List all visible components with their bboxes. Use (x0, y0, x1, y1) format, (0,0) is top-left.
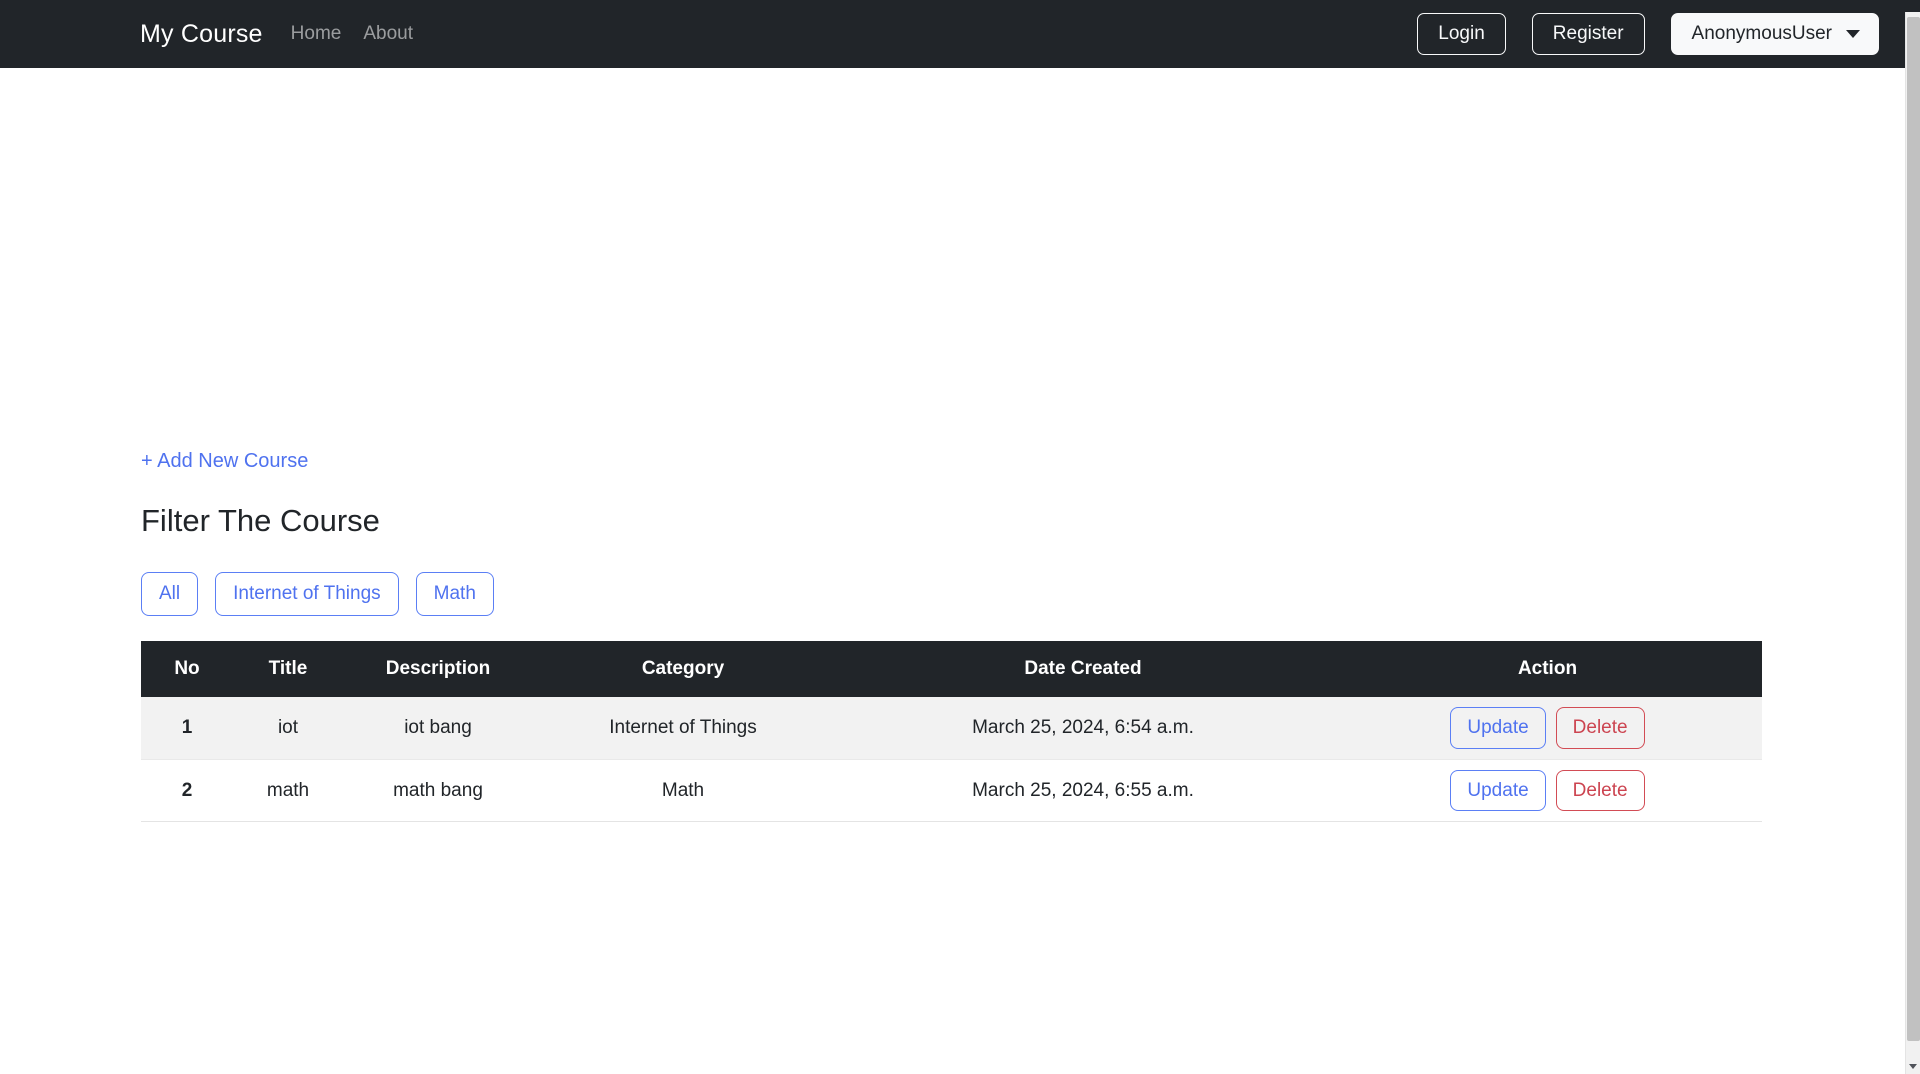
column-header-description: Description (343, 640, 533, 697)
table-row: 2 math math bang Math March 25, 2024, 6:… (141, 759, 1762, 823)
cell-title: iot (233, 696, 343, 760)
course-table-body: 1 iot iot bang Internet of Things March … (141, 696, 1762, 823)
page-scroll-area: My Course Home About Login Register Anon… (0, 0, 1905, 1074)
cell-action: Update Delete (1333, 696, 1762, 760)
scrollbar-thumb[interactable] (1907, 17, 1920, 1041)
cell-no: 1 (141, 696, 233, 760)
cell-title: math (233, 759, 343, 823)
navbar-brand[interactable]: My Course (140, 21, 263, 47)
row-action-group: Update Delete (1341, 706, 1754, 749)
column-header-no: No (141, 640, 233, 697)
filter-button-math[interactable]: Math (415, 572, 494, 616)
user-dropdown-button[interactable]: AnonymousUser (1670, 12, 1879, 56)
cell-category: Math (533, 759, 833, 823)
column-header-action: Action (1333, 640, 1762, 697)
navbar-actions: Login Register AnonymousUser (1417, 12, 1879, 56)
nav-link-home[interactable]: Home (291, 23, 342, 45)
delete-button[interactable]: Delete (1555, 769, 1645, 812)
cell-date-created: March 25, 2024, 6:55 a.m. (833, 759, 1333, 823)
login-button[interactable]: Login (1417, 12, 1506, 56)
update-button[interactable]: Update (1450, 706, 1546, 749)
chevron-down-icon (1846, 29, 1860, 38)
navbar-scrollbar-corner (1905, 0, 1920, 12)
cell-date-created: March 25, 2024, 6:54 a.m. (833, 696, 1333, 760)
browser-viewport: My Course Home About Login Register Anon… (0, 0, 1920, 1074)
table-header-row: No Title Description Category Date Creat… (141, 640, 1762, 697)
delete-button[interactable]: Delete (1555, 706, 1645, 749)
nav-link-about[interactable]: About (363, 23, 413, 45)
cell-description: math bang (343, 759, 533, 823)
add-new-course-link[interactable]: + Add New Course (141, 451, 308, 471)
column-header-title: Title (233, 640, 343, 697)
update-button[interactable]: Update (1450, 769, 1546, 812)
cell-description: iot bang (343, 696, 533, 760)
filter-button-group: All Internet of Things Math (141, 572, 1764, 616)
column-header-date-created: Date Created (833, 640, 1333, 697)
cell-action: Update Delete (1333, 759, 1762, 823)
register-button[interactable]: Register (1531, 12, 1645, 56)
filter-button-internet-of-things[interactable]: Internet of Things (215, 572, 399, 616)
filter-heading: Filter The Course (141, 503, 380, 538)
column-header-category: Category (533, 640, 833, 697)
navbar-links: Home About (291, 23, 413, 45)
scrollbar-down-arrow-icon[interactable] (1906, 1059, 1920, 1074)
main-content: + Add New Course Filter The Course All I… (0, 68, 1905, 823)
cell-category: Internet of Things (533, 696, 833, 760)
vertical-scrollbar[interactable] (1905, 0, 1920, 1074)
triangle-down-icon (1909, 1064, 1917, 1069)
course-table: No Title Description Category Date Creat… (141, 640, 1762, 823)
course-table-header: No Title Description Category Date Creat… (141, 640, 1762, 697)
user-dropdown-label: AnonymousUser (1691, 22, 1832, 44)
table-row: 1 iot iot bang Internet of Things March … (141, 696, 1762, 760)
filter-button-all[interactable]: All (141, 572, 199, 616)
row-action-group: Update Delete (1341, 769, 1754, 812)
cell-no: 2 (141, 759, 233, 823)
top-navbar: My Course Home About Login Register Anon… (0, 0, 1905, 68)
